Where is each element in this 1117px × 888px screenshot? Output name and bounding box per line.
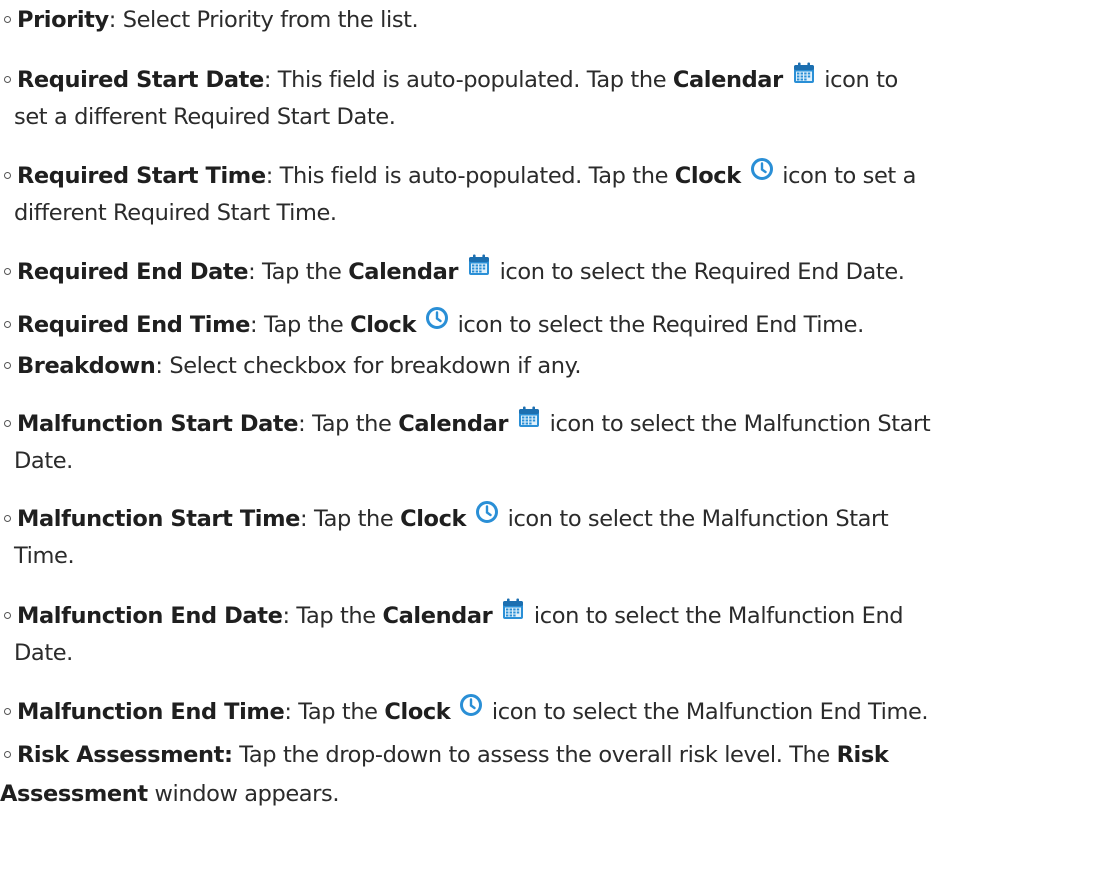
field-name: Risk Assessment:	[17, 742, 233, 768]
field-description-cont: icon to select the Malfunction Start	[500, 506, 889, 532]
bullet	[4, 268, 11, 275]
clock-icon	[425, 306, 449, 330]
clock-icon	[750, 157, 774, 181]
bullet	[4, 612, 11, 619]
field-description-cont: icon to select the Required End Date.	[492, 259, 905, 285]
list-item-required-end-time: Required End Time: Tap the Clock icon to…	[0, 306, 1100, 340]
icon-label: Clock	[674, 163, 741, 189]
field-description-wrap: Time.	[14, 543, 75, 569]
field-description-cont: icon to select the Malfunction End	[527, 603, 904, 629]
list-item-breakdown: Breakdown: Select checkbox for breakdown…	[0, 349, 1100, 383]
field-description-wrap: different Required Start Time.	[14, 200, 337, 226]
calendar-icon	[517, 405, 541, 429]
field-description: : Tap the	[300, 506, 401, 532]
calendar-icon	[501, 597, 525, 621]
field-name: Malfunction End Time	[17, 699, 285, 725]
field-description: : Tap the	[284, 699, 385, 725]
bullet	[4, 16, 11, 23]
field-description-wrap: window appears.	[147, 781, 340, 807]
list-item-malfunction-end-date: Malfunction End Date: Tap the Calendar i…	[0, 597, 1100, 670]
icon-label: Calendar	[348, 259, 459, 285]
calendar-icon	[467, 253, 491, 277]
field-name: Malfunction Start Date	[17, 411, 299, 437]
list-item-required-end-date: Required End Date: Tap the Calendar icon…	[0, 253, 1100, 287]
field-description-cont: icon to select the Malfunction Start	[542, 411, 931, 437]
list-item-malfunction-end-time: Malfunction End Time: Tap the Clock icon…	[0, 693, 1100, 727]
list-item-priority: Priority: Select Priority from the list.	[0, 3, 1100, 37]
window-name-part1: Risk	[836, 742, 889, 768]
instructions-list: Priority: Select Priority from the list.…	[0, 0, 1117, 888]
list-item-risk-assessment: Risk Assessment: Tap the drop-down to as…	[0, 738, 1100, 811]
bullet	[4, 172, 11, 179]
window-name-part2: Assessment	[0, 781, 148, 807]
field-description: : Tap the	[282, 603, 383, 629]
clock-icon	[475, 500, 499, 524]
field-description: : Tap the	[250, 312, 351, 338]
field-description: : Tap the	[298, 411, 399, 437]
field-name: Breakdown	[17, 353, 156, 379]
field-description: : This field is auto-populated. Tap the	[265, 163, 675, 189]
list-item-malfunction-start-date: Malfunction Start Date: Tap the Calendar…	[0, 405, 1100, 478]
icon-label: Calendar	[672, 67, 783, 93]
field-name: Malfunction Start Time	[17, 506, 301, 532]
field-description-wrap: Date.	[14, 640, 73, 666]
field-description-wrap: Date.	[14, 448, 73, 474]
field-description-wrap: set a different Required Start Date.	[14, 104, 396, 130]
field-name: Malfunction End Date	[17, 603, 283, 629]
bullet	[4, 321, 11, 328]
field-description: : This field is auto-populated. Tap the	[263, 67, 673, 93]
field-name: Required End Date	[17, 259, 249, 285]
field-description: : Select Priority from the list.	[108, 7, 419, 33]
field-description-cont: icon to select the Required End Time.	[450, 312, 865, 338]
list-item-required-start-date: Required Start Date: This field is auto-…	[0, 61, 1100, 134]
field-description-cont: icon to set a	[775, 163, 916, 189]
bullet	[4, 362, 11, 369]
list-item-required-start-time: Required Start Time: This field is auto-…	[0, 157, 1100, 230]
clock-icon	[459, 693, 483, 717]
bullet	[4, 76, 11, 83]
field-name: Required Start Date	[17, 67, 264, 93]
icon-label: Calendar	[382, 603, 493, 629]
icon-label: Calendar	[398, 411, 509, 437]
field-name: Priority	[17, 7, 109, 33]
list-item-malfunction-start-time: Malfunction Start Time: Tap the Clock ic…	[0, 500, 1100, 573]
calendar-icon	[792, 61, 816, 85]
bullet	[4, 420, 11, 427]
field-name: Required End Time	[17, 312, 251, 338]
field-description: : Tap the	[248, 259, 349, 285]
field-description-cont: icon to select the Malfunction End Time.	[485, 699, 929, 725]
field-description-cont: icon to	[817, 67, 898, 93]
bullet	[4, 751, 11, 758]
icon-label: Clock	[350, 312, 417, 338]
icon-label: Clock	[400, 506, 467, 532]
bullet	[4, 515, 11, 522]
field-description: : Select checkbox for breakdown if any.	[155, 353, 582, 379]
field-name: Required Start Time	[17, 163, 266, 189]
field-description: Tap the drop-down to assess the overall …	[232, 742, 837, 768]
icon-label: Clock	[384, 699, 451, 725]
bullet	[4, 708, 11, 715]
